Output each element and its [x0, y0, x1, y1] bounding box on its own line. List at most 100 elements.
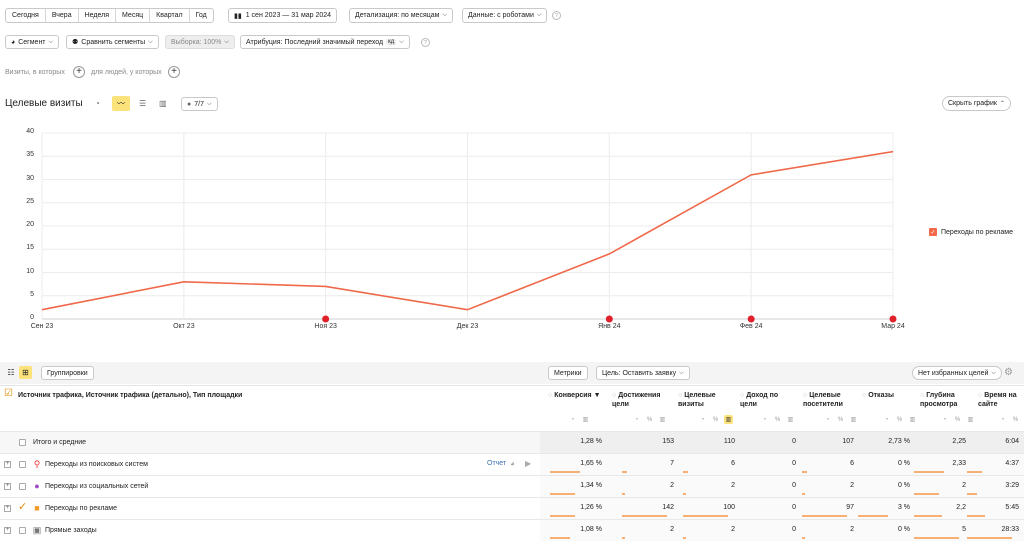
metric-cell: 2,25 — [952, 438, 966, 445]
table-row[interactable]: + ▣ Прямые заходы 1,08 % 2 2 0 2 0 % 5 28:33 — [0, 519, 1024, 541]
pie-icon[interactable]: ◕ — [510, 459, 515, 468]
column-view-toggles: ◔% ▥ — [940, 415, 975, 424]
event-marker-icon[interactable] — [322, 315, 330, 323]
x-tick-label: Ноя 23 — [314, 323, 337, 330]
column-header[interactable]: ○ Достижения цели — [612, 391, 670, 409]
event-marker-icon[interactable] — [889, 315, 897, 323]
gear-icon[interactable]: ⚙ — [1004, 367, 1013, 378]
ad-icon: ■ — [34, 503, 40, 513]
metric-cell: 2 — [731, 526, 735, 533]
metric-cell: 0 — [792, 460, 796, 467]
bar-icon[interactable]: ▥ — [786, 415, 795, 424]
column-view-toggles: ◔% ▥ — [882, 415, 917, 424]
play-icon[interactable]: ▶ — [525, 459, 531, 468]
column-view-toggles: ◔% ▥ — [823, 415, 858, 424]
event-marker-icon[interactable] — [747, 315, 755, 323]
metric-bar — [967, 493, 977, 495]
dimension-checkbox[interactable]: ☑ — [4, 388, 13, 399]
metrics-button[interactable]: Метрики — [548, 366, 588, 380]
list-view-icon[interactable]: ☷ — [5, 366, 17, 379]
bar-icon[interactable]: ▥ — [581, 415, 590, 424]
column-header[interactable]: ○ Доход по цели — [740, 391, 796, 409]
row-checkbox[interactable] — [19, 461, 26, 468]
percent-icon[interactable]: % — [645, 415, 654, 424]
column-header[interactable]: ○ Глубина просмотра — [920, 391, 972, 409]
totals-row[interactable]: Итого и средние 1,28 % 153 110 0 107 2,73 % 2,2… — [0, 431, 1024, 453]
row-label[interactable]: Итого и средние — [33, 439, 86, 446]
row-checkbox[interactable] — [19, 439, 26, 446]
metric-bar — [622, 471, 627, 473]
pie-icon[interactable]: ◔ — [823, 415, 832, 424]
x-tick-label: Мар 24 — [881, 323, 905, 330]
metric-cell: 110 — [723, 438, 735, 445]
column-header[interactable]: ○ Время на сайте — [978, 391, 1020, 409]
expand-button[interactable]: + — [4, 461, 11, 468]
pie-icon[interactable]: ◔ — [760, 415, 769, 424]
pie-icon[interactable]: ◔ — [568, 415, 577, 424]
percent-icon[interactable]: % — [773, 415, 782, 424]
metrics-cell-bg — [540, 498, 1024, 519]
metric-bar — [802, 515, 847, 517]
metric-cell: 4:37 — [1005, 460, 1019, 467]
metric-cell: 1,28 % — [580, 438, 602, 445]
pie-icon[interactable]: ◔ — [940, 415, 949, 424]
metric-cell: 5 — [962, 526, 966, 533]
groupings-button[interactable]: Группировки — [41, 366, 94, 380]
pie-icon[interactable]: ◔ — [698, 415, 707, 424]
percent-icon[interactable]: % — [836, 415, 845, 424]
column-header-label: Доход по цели — [740, 392, 779, 408]
expand-button[interactable]: + — [4, 505, 11, 512]
percent-icon[interactable]: % — [895, 415, 904, 424]
metric-cell: 6 — [731, 460, 735, 467]
expand-button[interactable]: + — [4, 483, 11, 490]
row-label[interactable]: Переходы из социальных сетей — [45, 483, 148, 490]
favorite-goals-button[interactable]: Нет избранных целей ⌵ — [912, 366, 1002, 380]
bar-icon[interactable]: ▥ — [908, 415, 917, 424]
percent-icon[interactable]: % — [1011, 415, 1020, 424]
row-checkbox[interactable] — [19, 527, 26, 534]
goal-dropdown[interactable]: Цель: Оставить заявку ⌵ — [596, 366, 690, 380]
groupings-label: Группировки — [47, 369, 88, 377]
metric-cell: 2 — [962, 482, 966, 489]
row-label[interactable]: Переходы по рекламе — [45, 505, 117, 512]
tree-view-icon[interactable]: ⊞ — [19, 366, 32, 379]
bar-icon[interactable]: ▥ — [966, 415, 975, 424]
column-header-label: Время на сайте — [978, 392, 1017, 408]
metric-cell: 1,65 % — [580, 460, 602, 467]
bar-icon[interactable]: ▥ — [849, 415, 858, 424]
metric-cell: 1,26 % — [580, 504, 602, 511]
expand-button[interactable]: + — [4, 527, 11, 534]
legend: ✓ Переходы по рекламе — [929, 228, 1013, 236]
column-header[interactable]: ○ Конверсия ▼ — [548, 391, 604, 400]
pie-icon[interactable]: ◔ — [882, 415, 891, 424]
bar-icon[interactable]: ▥ — [658, 415, 667, 424]
percent-icon[interactable]: % — [953, 415, 962, 424]
table-row[interactable]: + ⚲ Переходы из поисковых систем Отчет ◕ ▶ 1,6… — [0, 453, 1024, 475]
row-label[interactable]: Переходы из поисковых систем — [45, 461, 148, 468]
direct-icon: ▣ — [32, 525, 42, 535]
column-header-label: Целевые визиты — [678, 392, 716, 408]
table-row[interactable]: + ✓ ■ Переходы по рекламе 1,26 % 142 100 0 97 3 %… — [0, 497, 1024, 519]
column-view-toggles: ◔% ▥ — [760, 415, 795, 424]
pie-icon[interactable]: ◔ — [632, 415, 641, 424]
person-icon: ● — [34, 481, 40, 491]
metric-bar — [802, 493, 805, 495]
metric-bar — [550, 537, 570, 539]
percent-icon[interactable]: % — [711, 415, 720, 424]
legend-checkbox[interactable]: ✓ — [929, 228, 937, 236]
row-checkbox-checked[interactable]: ✓ — [18, 502, 27, 513]
event-marker-icon[interactable] — [605, 315, 613, 323]
bar-icon[interactable]: ▥ — [724, 415, 733, 424]
column-header[interactable]: ○ Целевые посетители — [803, 391, 859, 409]
pie-icon[interactable]: ◔ — [998, 415, 1007, 424]
metric-bar — [622, 537, 625, 539]
column-header[interactable]: ○ Целевые визиты — [678, 391, 734, 409]
table-row[interactable]: + ● Переходы из социальных сетей 1,34 % 2 2 0 2… — [0, 475, 1024, 497]
column-header[interactable]: ○ Отказы — [862, 391, 910, 400]
row-checkbox[interactable] — [19, 483, 26, 490]
row-label[interactable]: Прямые заходы — [45, 527, 97, 534]
metric-cell: 6:04 — [1005, 438, 1019, 445]
report-link[interactable]: Отчет — [487, 460, 506, 467]
metric-bar — [967, 515, 985, 517]
metric-bar — [802, 537, 805, 539]
